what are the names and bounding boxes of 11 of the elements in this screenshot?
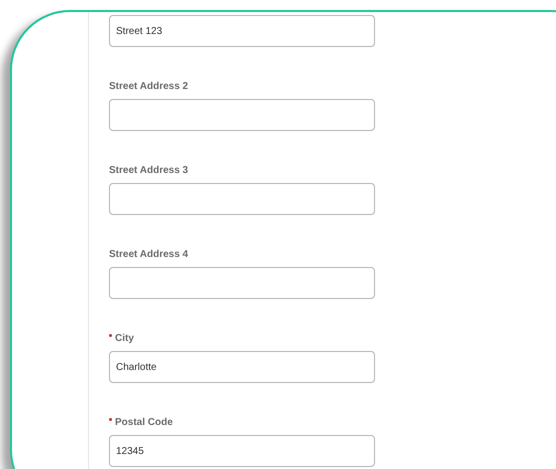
field-label: Street Address 3 bbox=[109, 164, 188, 178]
field-label: City bbox=[115, 332, 134, 346]
input-field[interactable] bbox=[109, 183, 375, 215]
input-field[interactable]: 12345 bbox=[109, 435, 375, 467]
input-field[interactable]: Charlotte bbox=[109, 351, 375, 383]
field-label: Postal Code bbox=[115, 416, 173, 430]
field-label: Street Address 2 bbox=[109, 80, 188, 94]
input-field[interactable] bbox=[109, 99, 375, 131]
input-field[interactable]: Street 123 bbox=[109, 15, 375, 47]
field-label: Street Address 4 bbox=[109, 248, 188, 262]
input-field[interactable] bbox=[109, 267, 375, 299]
